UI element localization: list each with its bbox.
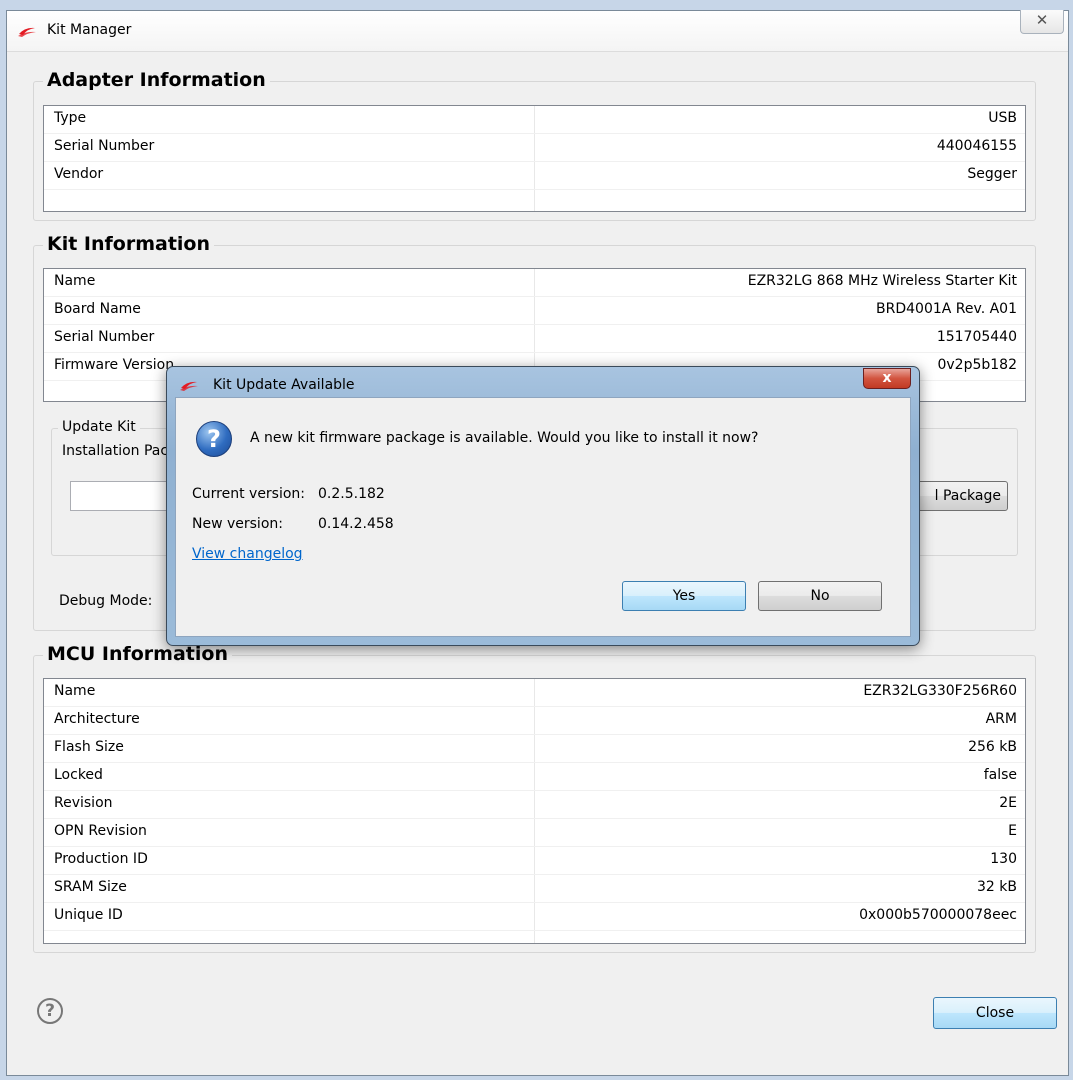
row-key: Architecture: [54, 711, 140, 727]
title-bar: Kit Manager ✕: [7, 10, 1068, 52]
update-kit-label: Update Kit: [58, 419, 140, 435]
adapter-information-title: Adapter Information: [43, 69, 270, 91]
row-key: Firmware Version: [54, 357, 175, 373]
row-value: ARM: [985, 711, 1017, 727]
row-key: Flash Size: [54, 739, 124, 755]
table-row[interactable]: Locked false: [44, 763, 1025, 791]
table-row[interactable]: Production ID 130: [44, 847, 1025, 875]
row-value: 151705440: [936, 329, 1017, 345]
table-row[interactable]: Serial Number 440046155: [44, 134, 1025, 162]
current-version-value: 0.2.5.182: [318, 486, 385, 502]
new-version-label: New version:: [192, 516, 283, 532]
silabs-logo-icon: [18, 27, 36, 37]
row-value: 130: [990, 851, 1017, 867]
view-changelog-link[interactable]: View changelog: [192, 546, 303, 562]
window-close-button[interactable]: ✕: [1020, 10, 1064, 34]
row-value: BRD4001A Rev. A01: [876, 301, 1017, 317]
current-version-label: Current version:: [192, 486, 306, 502]
row-key: Type: [54, 110, 87, 126]
row-key: Serial Number: [54, 138, 155, 154]
close-button[interactable]: Close: [933, 997, 1057, 1029]
dialog-close-button[interactable]: x: [863, 368, 911, 389]
table-row[interactable]: Architecture ARM: [44, 707, 1025, 735]
debug-mode-label: Debug Mode:: [59, 593, 153, 609]
table-row[interactable]: Serial Number 151705440: [44, 325, 1025, 353]
row-key: Unique ID: [54, 907, 123, 923]
row-key: Name: [54, 683, 96, 699]
row-key: Production ID: [54, 851, 148, 867]
install-package-button[interactable]: l Package: [912, 481, 1008, 511]
row-key: OPN Revision: [54, 823, 147, 839]
mcu-table: Name EZR32LG330F256R60 Architecture ARM Fl…: [43, 678, 1026, 944]
row-key: Vendor: [54, 166, 104, 182]
row-value: 0v2p5b182: [937, 357, 1017, 373]
table-row[interactable]: Name EZR32LG330F256R60: [44, 679, 1025, 707]
row-value: 256 kB: [968, 739, 1017, 755]
dialog-message: A new kit firmware package is available.…: [250, 430, 759, 446]
row-value: EZR32LG330F256R60: [863, 683, 1017, 699]
row-value: 440046155: [936, 138, 1017, 154]
row-value: 2E: [999, 795, 1017, 811]
kit-update-dialog: Kit Update Available x ? A new kit firmw…: [166, 366, 920, 646]
row-key: Name: [54, 273, 96, 289]
yes-button[interactable]: Yes: [622, 581, 746, 611]
help-icon[interactable]: ?: [37, 998, 63, 1024]
row-key: Serial Number: [54, 329, 155, 345]
mcu-information-section: MCU Information Name EZR32LG330F256R60 Ar…: [33, 643, 1036, 953]
table-row[interactable]: OPN Revision E: [44, 819, 1025, 847]
no-button[interactable]: No: [758, 581, 882, 611]
row-value: EZR32LG 868 MHz Wireless Starter Kit: [747, 273, 1017, 289]
row-value: E: [1008, 823, 1017, 839]
table-row[interactable]: Name EZR32LG 868 MHz Wireless Starter Kit: [44, 269, 1025, 297]
table-row[interactable]: Flash Size 256 kB: [44, 735, 1025, 763]
table-row[interactable]: Vendor Segger: [44, 162, 1025, 190]
row-key: Locked: [54, 767, 103, 783]
row-key: Board Name: [54, 301, 141, 317]
adapter-table: Type USB Serial Number 440046155 Vendor Seg…: [43, 105, 1026, 212]
dialog-body: ? A new kit firmware package is availabl…: [175, 397, 911, 637]
row-key: SRAM Size: [54, 879, 127, 895]
table-row[interactable]: Revision 2E: [44, 791, 1025, 819]
table-row[interactable]: Board Name BRD4001A Rev. A01: [44, 297, 1025, 325]
window-title: Kit Manager: [47, 22, 132, 38]
mcu-information-title: MCU Information: [43, 643, 232, 665]
table-row[interactable]: Unique ID 0x000b570000078eec: [44, 903, 1025, 931]
table-row[interactable]: SRAM Size 32 kB: [44, 875, 1025, 903]
silabs-logo-icon: [180, 381, 198, 391]
row-value: false: [983, 767, 1017, 783]
row-value: Segger: [967, 166, 1017, 182]
table-row[interactable]: Type USB: [44, 106, 1025, 134]
adapter-information-section: Adapter Information Type USB Serial Numbe…: [33, 69, 1036, 221]
row-value: 0x000b570000078eec: [859, 907, 1017, 923]
row-key: Revision: [54, 795, 113, 811]
row-value: USB: [988, 110, 1017, 126]
question-icon: ?: [196, 421, 232, 457]
installation-package-label: Installation Pac: [62, 443, 169, 459]
dialog-title: Kit Update Available: [213, 377, 355, 393]
row-value: 32 kB: [977, 879, 1017, 895]
new-version-value: 0.14.2.458: [318, 516, 394, 532]
kit-information-title: Kit Information: [43, 233, 215, 255]
